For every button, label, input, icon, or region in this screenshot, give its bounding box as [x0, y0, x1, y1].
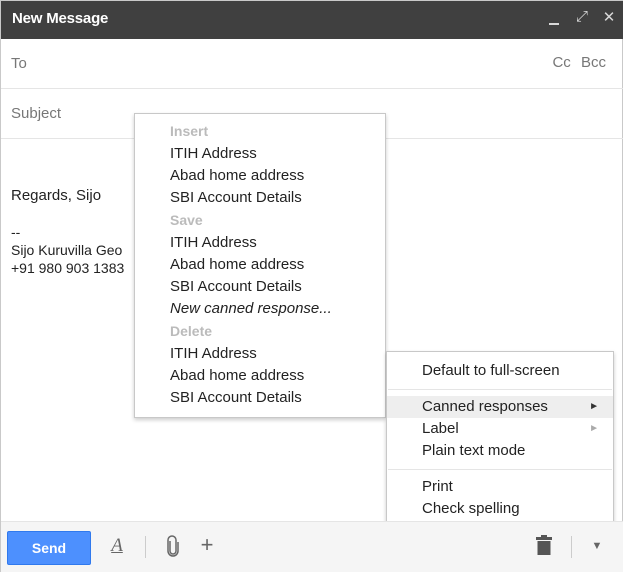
- canned-responses-submenu: Insert ITIH Address Abad home address SB…: [134, 113, 386, 418]
- canned-responses-item[interactable]: Canned responses ►: [387, 396, 613, 418]
- print-item[interactable]: Print: [387, 476, 613, 498]
- signature-phone: +91 980 903 1383: [11, 260, 125, 276]
- compose-window: New Message ⤢ ✕ To Cc Bcc Subject Regard…: [0, 0, 623, 572]
- expand-icon[interactable]: ⤢: [573, 8, 591, 30]
- subject-label: Subject: [11, 105, 62, 122]
- check-spelling-label: Check spelling: [422, 500, 520, 517]
- body-regards: Regards, Sijo: [11, 187, 102, 204]
- plain-text-mode-label: Plain text mode: [422, 442, 526, 459]
- delete-sbi-account-details[interactable]: SBI Account Details: [170, 389, 302, 406]
- canned-responses-label: Canned responses: [422, 398, 548, 415]
- to-label: To: [11, 55, 27, 72]
- default-full-screen-label: Default to full-screen: [422, 362, 560, 379]
- minimize-icon[interactable]: [545, 8, 563, 30]
- label-item[interactable]: Label ►: [387, 418, 613, 440]
- formatting-icon[interactable]: A: [107, 535, 127, 557]
- paperclip-icon: [167, 535, 179, 557]
- menu-divider: [388, 469, 612, 470]
- bcc-link[interactable]: Bcc: [581, 54, 606, 71]
- send-button[interactable]: Send: [7, 531, 91, 565]
- insert-abad-home-address[interactable]: Abad home address: [170, 167, 304, 184]
- trash-can-icon: [536, 535, 552, 555]
- more-options-icon[interactable]: ▼: [587, 540, 607, 552]
- save-abad-home-address[interactable]: Abad home address: [170, 256, 304, 273]
- insert-sbi-account-details[interactable]: SBI Account Details: [170, 189, 302, 206]
- insert-itih-address[interactable]: ITIH Address: [170, 145, 257, 162]
- delete-abad-home-address[interactable]: Abad home address: [170, 367, 304, 384]
- new-canned-response[interactable]: New canned response...: [170, 300, 332, 317]
- toolbar-divider: [145, 536, 146, 558]
- check-spelling-item[interactable]: Check spelling: [387, 498, 613, 520]
- compose-toolbar: Send A + ▼: [1, 521, 623, 572]
- plain-text-mode-item[interactable]: Plain text mode: [387, 440, 613, 462]
- print-label: Print: [422, 478, 453, 495]
- message-body[interactable]: Regards, Sijo -- Sijo Kuruvilla Geo +91 …: [11, 187, 124, 277]
- trash-icon[interactable]: [534, 535, 554, 560]
- attach-icon[interactable]: [163, 535, 183, 562]
- compose-title: New Message: [12, 10, 109, 27]
- save-header: Save: [170, 212, 203, 228]
- toolbar-divider: [571, 536, 572, 558]
- submenu-arrow-icon: ►: [589, 423, 599, 434]
- insert-more-icon[interactable]: +: [197, 532, 217, 558]
- delete-header: Delete: [170, 323, 213, 339]
- signature-separator: --: [11, 224, 21, 240]
- delete-itih-address[interactable]: ITIH Address: [170, 345, 257, 362]
- insert-header: Insert: [170, 123, 209, 139]
- save-sbi-account-details[interactable]: SBI Account Details: [170, 278, 302, 295]
- to-field[interactable]: To Cc Bcc: [1, 39, 623, 89]
- cc-link[interactable]: Cc: [552, 54, 570, 71]
- label-item-label: Label: [422, 420, 459, 437]
- default-full-screen-item[interactable]: Default to full-screen: [387, 360, 613, 382]
- compose-titlebar[interactable]: New Message ⤢ ✕: [1, 1, 623, 39]
- close-icon[interactable]: ✕: [600, 8, 618, 30]
- menu-divider: [388, 389, 612, 390]
- cc-bcc-links: Cc Bcc: [546, 54, 606, 71]
- submenu-arrow-icon: ►: [589, 401, 599, 412]
- more-options-menu: Default to full-screen Canned responses …: [386, 351, 614, 528]
- save-itih-address[interactable]: ITIH Address: [170, 234, 257, 251]
- signature-name: Sijo Kuruvilla Geo: [11, 242, 123, 258]
